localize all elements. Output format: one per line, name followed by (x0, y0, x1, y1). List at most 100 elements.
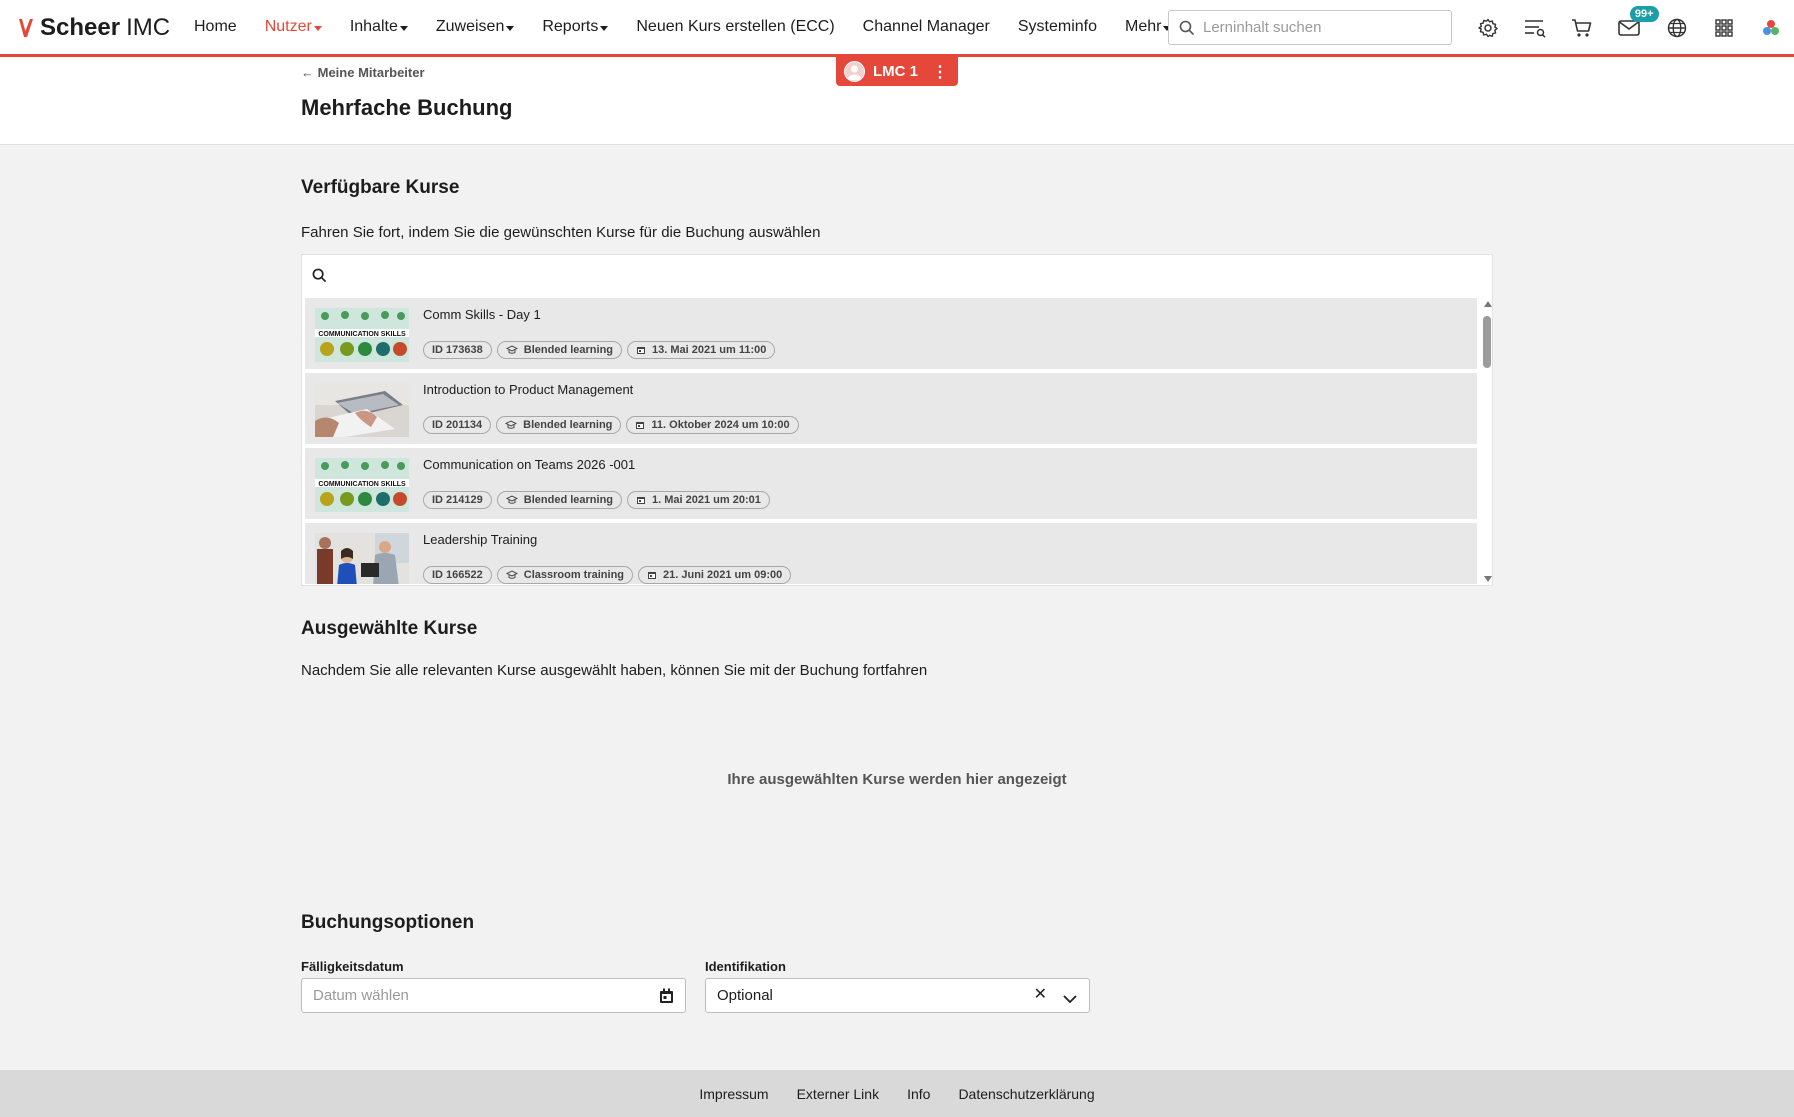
due-date-label: Fälligkeitsdatum (301, 959, 404, 974)
course-filter[interactable] (312, 267, 1435, 283)
footer-link-impressum[interactable]: Impressum (699, 1086, 768, 1102)
chevron-down-icon[interactable] (1063, 991, 1077, 1009)
identification-label: Identifikation (705, 959, 786, 974)
footer-link-datenschutz[interactable]: Datenschutzerklärung (958, 1086, 1094, 1102)
course-name: Communication on Teams 2026 -001 (423, 457, 636, 472)
identification-select[interactable]: Optional ✕ (705, 978, 1090, 1013)
calendar-icon (648, 572, 657, 579)
caret-down-icon (600, 25, 609, 31)
due-date-input[interactable] (313, 987, 633, 1004)
nav-item-mehr[interactable]: Mehr (1125, 18, 1172, 36)
course-row[interactable]: COMMUNICATION SKILLS Comm Skills - Day 1… (305, 298, 1477, 370)
course-thumbnail (315, 533, 409, 584)
nav-item-label: Channel Manager (862, 18, 990, 35)
user-context-tab[interactable]: LMC 1 ⋮ (836, 57, 958, 86)
graduation-cap-icon (505, 345, 518, 354)
cart-icon (1572, 18, 1592, 37)
course-date: 21. Juni 2021 um 09:00 (663, 569, 783, 581)
back-link-meine-mitarbeiter[interactable]: ← Meine Mitarbeiter (301, 65, 425, 80)
nav-item-channel-manager[interactable]: Channel Manager (863, 18, 990, 36)
top-navigation-bar: Scheer IMC Home Nutzer Inhalte Zuweisen … (0, 0, 1794, 57)
selected-courses-description: Nachdem Sie alle relevanten Kurse ausgew… (301, 662, 928, 679)
footer-link-info[interactable]: Info (907, 1086, 930, 1102)
course-name: Leadership Training (423, 532, 538, 547)
caret-down-icon (506, 25, 515, 31)
course-type: Blended learning (523, 344, 614, 356)
apps-grid-icon (1715, 18, 1733, 37)
cart-button[interactable] (1569, 14, 1596, 41)
course-row[interactable]: COMMUNICATION SKILLS Communication on Te… (305, 448, 1477, 520)
nav-item-zuweisen[interactable]: Zuweisen (435, 18, 515, 36)
graduation-cap-icon (505, 420, 518, 429)
graduation-cap-icon (505, 495, 518, 504)
clear-icon[interactable]: ✕ (1034, 984, 1047, 1004)
content-search-box[interactable] (1168, 10, 1452, 45)
brand-logo-icon (1763, 19, 1780, 35)
course-id-tag: ID 173638 (423, 341, 492, 359)
course-date: 13. Mai 2021 um 11:00 (652, 344, 767, 356)
course-thumbnail: COMMUNICATION SKILLS (315, 458, 409, 512)
available-courses-description: Fahren Sie fort, indem Sie die gewünscht… (301, 224, 821, 241)
calendar-icon[interactable] (659, 988, 674, 1009)
kebab-menu-icon[interactable]: ⋮ (932, 62, 948, 82)
user-context-label: LMC 1 (873, 63, 918, 80)
calendar-icon (637, 497, 646, 504)
course-id: ID 214129 (432, 494, 483, 506)
course-thumbnail: COMMUNICATION SKILLS (315, 308, 409, 362)
scroll-down-arrow-icon[interactable] (1484, 576, 1492, 582)
selected-courses-title: Ausgewählte Kurse (301, 618, 478, 639)
course-type-tag: Classroom training (496, 566, 634, 584)
nav-item-label: Zuweisen (435, 18, 505, 35)
course-id: ID 173638 (432, 344, 483, 356)
user-avatar-icon (847, 65, 862, 80)
nav-item-neuen-kurs-erstellen[interactable]: Neuen Kurs erstellen (ECC) (636, 18, 834, 36)
messages-button[interactable]: 99+ (1616, 6, 1659, 41)
main-nav: Home Nutzer Inhalte Zuweisen Reports Neu… (194, 0, 1199, 54)
scrollbar-thumb[interactable] (1483, 316, 1491, 368)
content-search-input[interactable] (1203, 19, 1433, 36)
nav-item-home[interactable]: Home (194, 18, 237, 36)
course-type-tag: Blended learning (496, 416, 622, 434)
course-list-scrollbar[interactable] (1482, 298, 1494, 585)
brand-suffix: IMC (126, 14, 171, 41)
calendar-icon (637, 347, 646, 354)
toolbar-icons: 99+ (1474, 6, 1794, 41)
course-name: Comm Skills - Day 1 (423, 307, 541, 322)
course-date: 11. Oktober 2024 um 10:00 (651, 419, 790, 431)
course-date-tag: 11. Oktober 2024 um 10:00 (626, 416, 799, 434)
nav-item-label: Neuen Kurs erstellen (ECC) (636, 18, 835, 35)
course-date-tag: 1. Mai 2021 um 20:01 (627, 491, 770, 509)
nav-item-label: Systeminfo (1017, 18, 1098, 35)
course-tags: ID 214129 Blended learning 1. Mai 2021 u… (423, 491, 775, 509)
language-button[interactable] (1663, 14, 1690, 41)
nav-item-systeminfo[interactable]: Systeminfo (1018, 18, 1097, 36)
calendar-icon (636, 422, 645, 429)
course-filter-input[interactable] (335, 267, 1435, 283)
course-id-tag: ID 201134 (423, 416, 492, 434)
caret-down-icon (399, 25, 408, 31)
app-switcher-button[interactable] (1710, 14, 1737, 41)
brand-logo-button[interactable] (1758, 14, 1785, 41)
nav-item-reports[interactable]: Reports (542, 18, 609, 36)
selected-courses-empty-state: Ihre ausgewählten Kurse werden hier ange… (727, 771, 1067, 788)
search-icon (1179, 20, 1195, 35)
scroll-up-arrow-icon[interactable] (1484, 301, 1492, 307)
scheer-imc-logo[interactable]: Scheer IMC (18, 12, 170, 44)
footer-link-externer-link[interactable]: Externer Link (797, 1086, 879, 1102)
course-thumbnail (315, 383, 409, 437)
course-id-tag: ID 214129 (423, 491, 492, 509)
nav-item-label: Nutzer (264, 18, 312, 35)
course-type-tag: Blended learning (496, 491, 623, 509)
caret-down-icon (313, 25, 322, 31)
nav-item-inhalte[interactable]: Inhalte (350, 18, 408, 36)
due-date-field[interactable] (301, 978, 686, 1013)
available-courses-title: Verfügbare Kurse (301, 177, 460, 198)
course-row[interactable]: Leadership Training ID 166522 Classroom … (305, 523, 1477, 584)
course-row[interactable]: Introduction to Product Management ID 20… (305, 373, 1477, 445)
nav-item-nutzer[interactable]: Nutzer (265, 18, 322, 36)
course-type: Classroom training (523, 569, 625, 581)
course-date-tag: 13. Mai 2021 um 11:00 (627, 341, 776, 359)
settings-button[interactable] (1474, 14, 1501, 41)
course-id: ID 166522 (432, 569, 483, 581)
worklist-button[interactable] (1521, 14, 1548, 41)
